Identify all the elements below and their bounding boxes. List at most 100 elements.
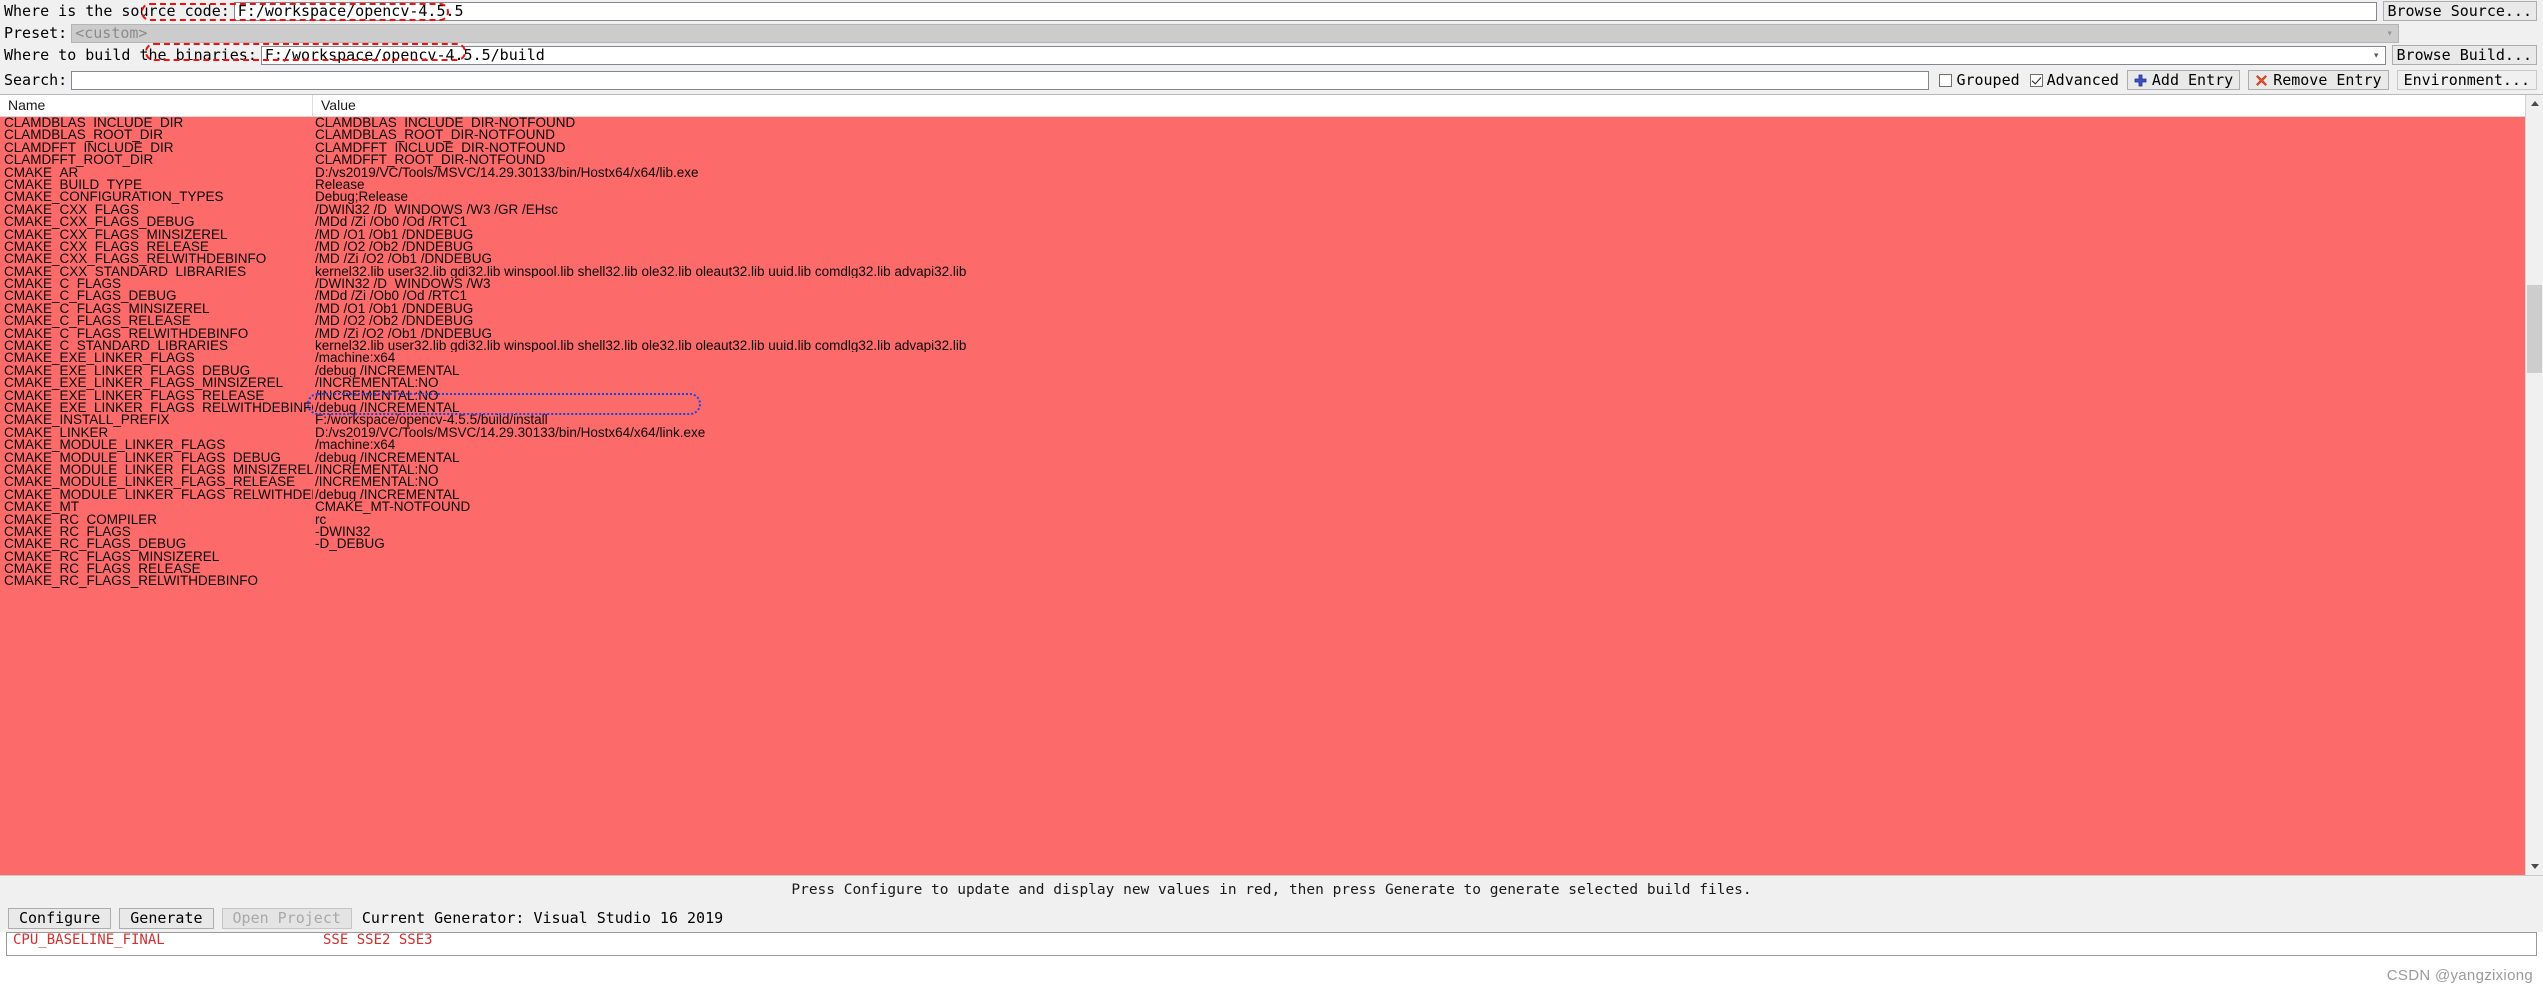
table-row[interactable]: CMAKE_CXX_FLAGS/DWIN32 /D_WINDOWS /W3 /G…: [0, 204, 2525, 216]
table-row[interactable]: CMAKE_MODULE_LINKER_FLAGS_DEBUG/debug /I…: [0, 452, 2525, 464]
table-row[interactable]: CMAKE_MODULE_LINKER_FLAGS/machine:x64: [0, 439, 2525, 451]
cell-value[interactable]: /MD /O2 /Ob2 /DNDEBUG: [313, 241, 2525, 253]
environment-button[interactable]: Environment...: [2396, 70, 2537, 90]
generate-button[interactable]: Generate: [119, 907, 214, 929]
cell-value[interactable]: /DWIN32 /D_WINDOWS /W3: [313, 278, 2525, 290]
table-row[interactable]: CMAKE_CXX_FLAGS_MINSIZEREL/MD /O1 /Ob1 /…: [0, 229, 2525, 241]
add-entry-button[interactable]: Add Entry: [2126, 70, 2241, 90]
cell-value[interactable]: CLAMDFFT_ROOT_DIR-NOTFOUND: [313, 154, 2525, 166]
cell-value[interactable]: /debug /INCREMENTAL: [313, 402, 2525, 414]
cell-value[interactable]: -DWIN32: [313, 526, 2525, 538]
cell-value[interactable]: /INCREMENTAL:NO: [313, 390, 2525, 402]
table-row[interactable]: CMAKE_EXE_LINKER_FLAGS_RELEASE/INCREMENT…: [0, 390, 2525, 402]
search-input[interactable]: [71, 70, 1930, 90]
cell-name: CMAKE_C_FLAGS_RELWITHDEBINFO: [4, 327, 249, 341]
cell-value[interactable]: F:/workspace/opencv-4.5.5/build/install: [313, 414, 2525, 426]
cell-value[interactable]: CMAKE_MT-NOTFOUND: [313, 501, 2525, 513]
table-row[interactable]: CMAKE_MODULE_LINKER_FLAGS_RELWITHDEBINFO…: [0, 489, 2525, 501]
advanced-checkbox[interactable]: Advanced: [2029, 71, 2119, 89]
table-row[interactable]: CMAKE_C_FLAGS_RELWITHDEBINFO/MD /Zi /O2 …: [0, 328, 2525, 340]
table-row[interactable]: CMAKE_C_STANDARD_LIBRARIES kernel32.lib u…: [0, 340, 2525, 352]
table-row[interactable]: CMAKE_INSTALL_PREFIX F:/workspace/opencv-…: [0, 414, 2525, 426]
table-row[interactable]: CMAKE_RC_FLAGS_RELEASE: [0, 563, 2525, 575]
table-vertical-scrollbar[interactable]: [2525, 95, 2543, 875]
table-row[interactable]: CMAKE_RC_FLAGS_DEBUG -D_DEBUG: [0, 538, 2525, 550]
cell-value[interactable]: /MD /O2 /Ob2 /DNDEBUG: [313, 315, 2525, 327]
cell-value[interactable]: /MD /O1 /Ob1 /DNDEBUG: [313, 229, 2525, 241]
table-row[interactable]: CMAKE_AR D:/vs2019/VC/Tools/MSVC/14.29.30…: [0, 167, 2525, 179]
cell-value[interactable]: CLAMDBLAS_ROOT_DIR-NOTFOUND: [313, 129, 2525, 141]
preset-combobox-value[interactable]: [71, 23, 2399, 43]
table-row[interactable]: CLAMDFFT_INCLUDE_DIR CLAMDFFT_INCLUDE_DIR…: [0, 142, 2525, 154]
browse-source-button[interactable]: Browse Source...: [2382, 1, 2537, 21]
table-row[interactable]: CMAKE_RC_COMPILER rc: [0, 514, 2525, 526]
table-row[interactable]: CLAMDBLAS_INCLUDE_DIR CLAMDBLAS_INCLUDE_D…: [0, 117, 2525, 129]
table-row[interactable]: CMAKE_CXX_FLAGS_RELEASE/MD /O2 /Ob2 /DND…: [0, 241, 2525, 253]
checkbox-box-advanced[interactable]: [2029, 73, 2043, 87]
cell-value[interactable]: Debug;Release: [313, 191, 2525, 203]
table-row[interactable]: CMAKE_CXX_FLAGS_DEBUG/MDd /Zi /Ob0 /Od /…: [0, 216, 2525, 228]
cell-value[interactable]: /debug /INCREMENTAL: [313, 452, 2525, 464]
cell-value[interactable]: /MD /O1 /Ob1 /DNDEBUG: [313, 303, 2525, 315]
output-log-pane[interactable]: CPU_BASELINE_FINAL SSE SSE2 SSE3: [6, 932, 2537, 956]
configure-button[interactable]: Configure: [8, 907, 112, 929]
table-row[interactable]: CMAKE_EXE_LINKER_FLAGS_RELWITHDEBINFO/de…: [0, 402, 2525, 414]
table-row[interactable]: CMAKE_LINKER D:/vs2019/VC/Tools/MSVC/14.2…: [0, 427, 2525, 439]
table-row[interactable]: CMAKE_EXE_LINKER_FLAGS/machine:x64: [0, 352, 2525, 364]
table-row[interactable]: CMAKE_CXX_STANDARD_LIBRARIES kernel32.lib…: [0, 266, 2525, 278]
scroll-up-button[interactable]: [2526, 95, 2543, 112]
source-code-input[interactable]: [233, 1, 2377, 21]
checkbox-box-grouped[interactable]: [1939, 73, 1953, 87]
cell-value[interactable]: /machine:x64: [313, 352, 2525, 364]
table-row[interactable]: CMAKE_BUILD_TYPE Release: [0, 179, 2525, 191]
preset-combobox[interactable]: ▾: [71, 23, 2399, 43]
browse-build-button[interactable]: Browse Build...: [2391, 45, 2537, 65]
table-row[interactable]: CMAKE_C_FLAGS_MINSIZEREL/MD /O1 /Ob1 /DN…: [0, 303, 2525, 315]
build-binaries-input[interactable]: [260, 45, 2386, 65]
cell-value[interactable]: D:/vs2019/VC/Tools/MSVC/14.29.30133/bin/…: [313, 167, 2525, 179]
cell-value[interactable]: /MD /Zi /O2 /Ob1 /DNDEBUG: [313, 253, 2525, 265]
cell-value[interactable]: /INCREMENTAL:NO: [313, 476, 2525, 488]
build-binaries-combobox[interactable]: ▾: [260, 45, 2386, 65]
cell-name: CMAKE_MODULE_LINKER_FLAGS_RELWITHDEBINFO: [4, 488, 313, 502]
cell-value[interactable]: Release: [313, 179, 2525, 191]
cell-value[interactable]: kernel32.lib user32.lib gdi32.lib winspo…: [313, 340, 2525, 352]
grouped-checkbox[interactable]: Grouped: [1939, 71, 2020, 89]
cell-value[interactable]: /debug /INCREMENTAL: [313, 365, 2525, 377]
cell-value[interactable]: /INCREMENTAL:NO: [313, 377, 2525, 389]
table-row[interactable]: CMAKE_EXE_LINKER_FLAGS_MINSIZEREL/INCREM…: [0, 377, 2525, 389]
cell-value[interactable]: /MDd /Zi /Ob0 /Od /RTC1: [313, 216, 2525, 228]
remove-entry-button[interactable]: Remove Entry: [2248, 70, 2389, 90]
table-row[interactable]: CMAKE_RC_FLAGS_MINSIZEREL: [0, 551, 2525, 563]
cell-value[interactable]: -D_DEBUG: [313, 538, 2525, 550]
scrollbar-thumb[interactable]: [2527, 285, 2542, 373]
cell-value[interactable]: /debug /INCREMENTAL: [313, 489, 2525, 501]
table-row[interactable]: CLAMDBLAS_ROOT_DIR CLAMDBLAS_ROOT_DIR-NOT…: [0, 129, 2525, 141]
cell-value[interactable]: CLAMDFFT_INCLUDE_DIR-NOTFOUND: [313, 142, 2525, 154]
table-row[interactable]: CMAKE_C_FLAGS_RELEASE/MD /O2 /Ob2 /DNDEB…: [0, 315, 2525, 327]
column-header-value[interactable]: Value: [313, 95, 2525, 116]
table-row[interactable]: CMAKE_RC_FLAGS_RELWITHDEBINFO: [0, 575, 2525, 587]
table-row[interactable]: CMAKE_MODULE_LINKER_FLAGS_MINSIZEREL/INC…: [0, 464, 2525, 476]
table-row[interactable]: CMAKE_RC_FLAGS -DWIN32: [0, 526, 2525, 538]
column-header-name[interactable]: Name: [0, 95, 313, 116]
cell-value[interactable]: /MDd /Zi /Ob0 /Od /RTC1: [313, 290, 2525, 302]
cell-value[interactable]: kernel32.lib user32.lib gdi32.lib winspo…: [313, 266, 2525, 278]
table-row[interactable]: CMAKE_CONFIGURATION_TYPES Debug;Release: [0, 191, 2525, 203]
table-row[interactable]: CMAKE_CXX_FLAGS_RELWITHDEBINFO/MD /Zi /O…: [0, 253, 2525, 265]
scroll-down-button[interactable]: [2526, 858, 2543, 875]
cell-value[interactable]: /INCREMENTAL:NO: [313, 464, 2525, 476]
cell-value[interactable]: /MD /Zi /O2 /Ob1 /DNDEBUG: [313, 328, 2525, 340]
table-row[interactable]: CMAKE_EXE_LINKER_FLAGS_DEBUG/debug /INCR…: [0, 365, 2525, 377]
cell-value[interactable]: /machine:x64: [313, 439, 2525, 451]
cell-value[interactable]: rc: [313, 514, 2525, 526]
table-row[interactable]: CMAKE_C_FLAGS_DEBUG/MDd /Zi /Ob0 /Od /RT…: [0, 290, 2525, 302]
cell-value[interactable]: CLAMDBLAS_INCLUDE_DIR-NOTFOUND: [313, 117, 2525, 129]
table-row[interactable]: CMAKE_C_FLAGS/DWIN32 /D_WINDOWS /W3: [0, 278, 2525, 290]
table-row[interactable]: CLAMDFFT_ROOT_DIR CLAMDFFT_ROOT_DIR-NOTFO…: [0, 154, 2525, 166]
cell-value[interactable]: /DWIN32 /D_WINDOWS /W3 /GR /EHsc: [313, 204, 2525, 216]
table-row[interactable]: CMAKE_MODULE_LINKER_FLAGS_RELEASE/INCREM…: [0, 476, 2525, 488]
table-row[interactable]: CMAKE_MT CMAKE_MT-NOTFOUND: [0, 501, 2525, 513]
cell-value[interactable]: D:/vs2019/VC/Tools/MSVC/14.29.30133/bin/…: [313, 427, 2525, 439]
top-form-area: Where is the source code: Browse Source.…: [0, 0, 2543, 66]
